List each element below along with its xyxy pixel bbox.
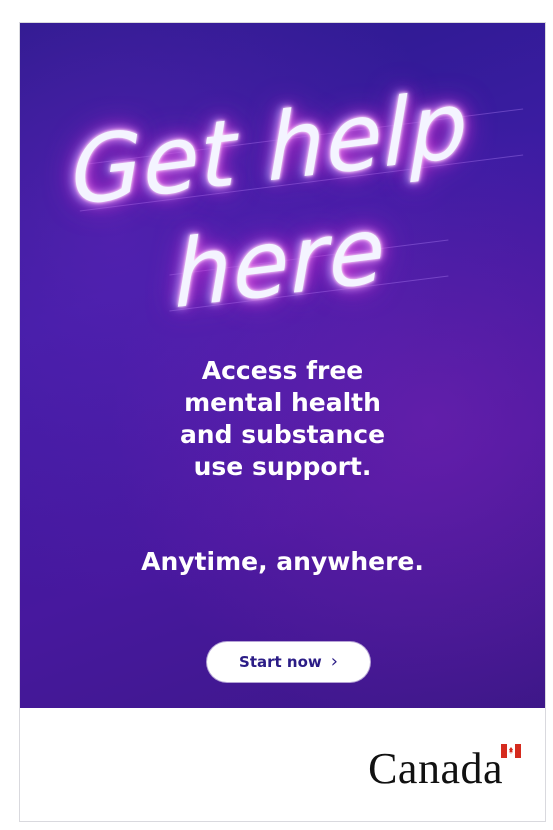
chevron-right-icon: › [330,650,338,672]
tagline: Anytime, anywhere. [141,547,424,576]
canada-wordmark: Canada [368,744,521,791]
start-now-label: Start now [239,653,322,671]
body-copy: Access free mental health and substance … [20,355,545,483]
start-now-button[interactable]: Start now › [207,642,370,682]
headline-line-1: Get help [70,70,470,227]
body-line: Access free [201,356,364,385]
body-line: mental health [184,388,381,417]
body-line: use support. [193,452,372,481]
ad-panel: Get help here Access free mental health … [20,23,545,708]
body-line: and substance [179,420,386,449]
wordmark-text: Canada [368,744,503,793]
ad-banner[interactable]: Get help here Access free mental health … [19,22,546,822]
headline-line-2: here [173,195,387,330]
canada-flag-icon [501,744,521,758]
footer: Canada [20,708,545,821]
